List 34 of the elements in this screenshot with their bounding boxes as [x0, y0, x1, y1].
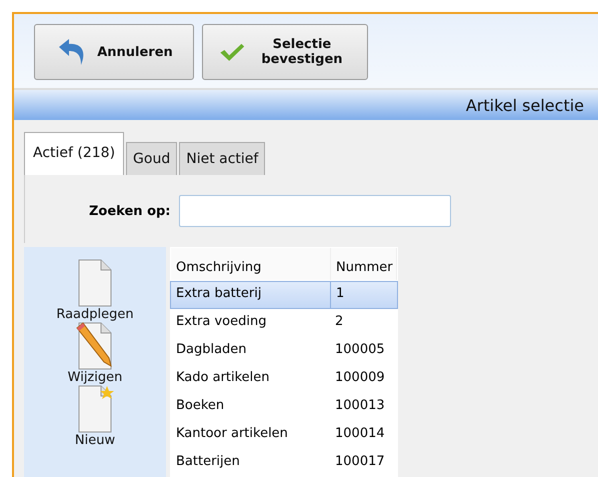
- table-cell-text: Batterijen: [175, 453, 241, 471]
- header-title: Artikel selectie: [466, 96, 584, 114]
- tab[interactable]: Niet actief: [179, 142, 266, 175]
- table-cell: Extra batterij: [171, 282, 331, 308]
- column-header[interactable]: Nummer: [331, 248, 397, 280]
- table-cell-text: 100005: [334, 341, 386, 359]
- table-row[interactable]: Boeken 100013: [170, 393, 398, 421]
- table-cell-text: 2: [334, 313, 344, 331]
- table-row[interactable]: Kado artikelen 100009: [170, 365, 398, 393]
- table-cell-text: Kado artikelen: [175, 369, 271, 387]
- table-row[interactable]: Batterijen 100017: [170, 449, 398, 477]
- table-row[interactable]: Kantoor artikelen 100014: [170, 421, 398, 449]
- table-cell-text: Dagbladen: [175, 341, 248, 359]
- table-cell-text: 1: [335, 285, 346, 303]
- confirm-button[interactable]: Selectie bevestigen: [202, 24, 368, 80]
- table-cell-text: Kantoor artikelen: [175, 425, 289, 443]
- sidebar-item[interactable]: Raadplegen: [56, 259, 134, 322]
- column-header[interactable]: Omschrijving: [171, 248, 331, 280]
- tab[interactable]: Goud: [126, 142, 178, 175]
- table-cell-text: 100014: [334, 425, 386, 443]
- table-row[interactable]: Dagbladen 100005: [170, 337, 398, 365]
- table-cell-text: Boeken: [175, 397, 226, 415]
- table-cell-text: Extra voeding: [175, 313, 268, 331]
- tab[interactable]: Actief (218): [24, 132, 124, 175]
- table-cell-text: 100009: [334, 369, 386, 387]
- sidebar-item[interactable]: Wijzigen: [68, 322, 122, 385]
- search-field[interactable]: [178, 195, 451, 227]
- search-label: Zoeken op:: [89, 204, 171, 218]
- table-cell-text: 100017: [334, 453, 386, 471]
- table-cell-text: 100013: [334, 397, 386, 415]
- table-row[interactable]: Extra batterij 1: [170, 281, 398, 309]
- cancel-button[interactable]: Annuleren: [34, 24, 194, 80]
- table-row[interactable]: Extra voeding 2: [170, 309, 398, 337]
- sidebar-item[interactable]: Nieuw: [74, 385, 116, 448]
